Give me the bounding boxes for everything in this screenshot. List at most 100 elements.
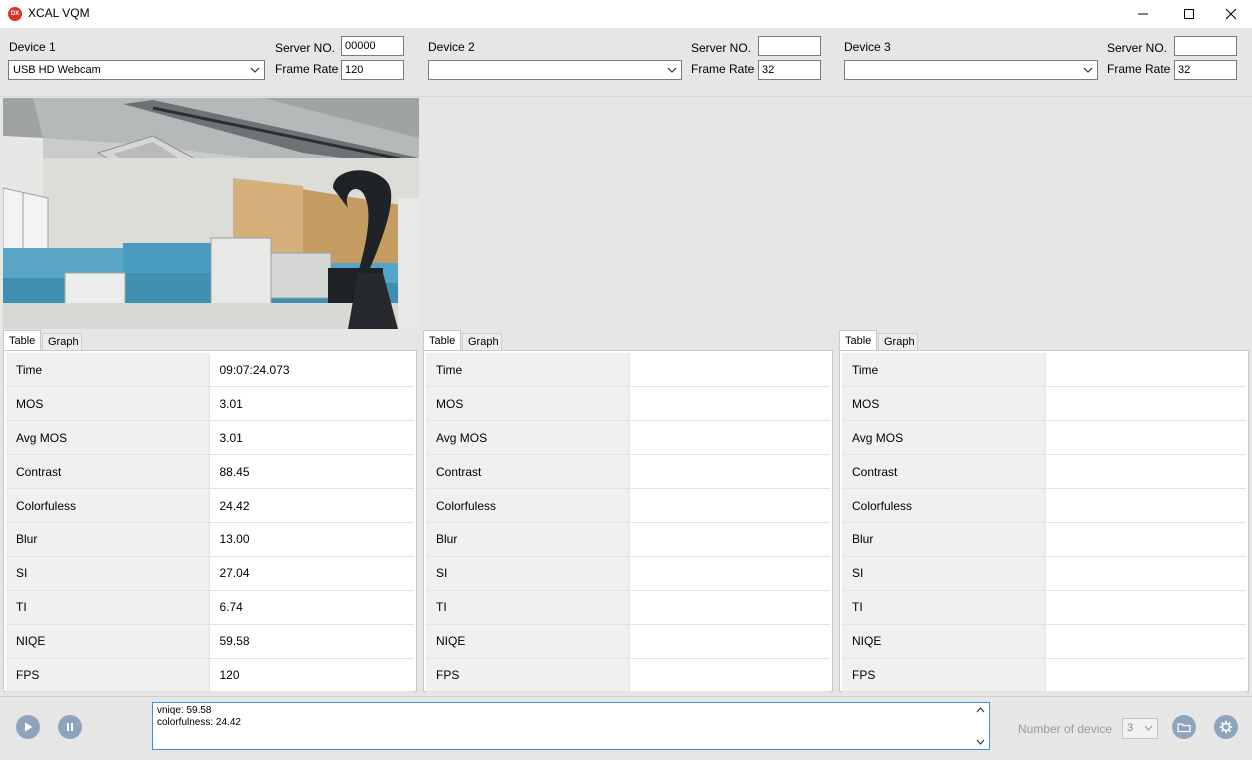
metric-value xyxy=(629,658,830,693)
header-divider xyxy=(0,96,1252,97)
device-1-tab-table[interactable]: Table xyxy=(3,330,41,350)
metric-value xyxy=(1045,522,1246,557)
metric-value xyxy=(1045,556,1246,591)
device-2-tabs: Table Graph xyxy=(423,330,623,351)
table-row: TI 6.74 xyxy=(6,590,414,625)
metric-value xyxy=(629,353,830,388)
metric-name: SI xyxy=(6,556,210,591)
play-button[interactable] xyxy=(16,715,40,739)
device-1-tab-graph[interactable]: Graph xyxy=(42,333,82,350)
metric-name: Blur xyxy=(426,522,630,557)
device-1-server-input[interactable]: 00000 xyxy=(341,36,404,56)
device-2-tab-table[interactable]: Table xyxy=(423,330,461,350)
metric-value xyxy=(629,590,830,625)
play-icon xyxy=(25,722,33,732)
table-row: Time xyxy=(426,353,830,388)
metric-name: MOS xyxy=(6,386,210,422)
minimize-icon xyxy=(1138,13,1148,15)
table-row: Blur xyxy=(842,522,1246,557)
device-3-server-input[interactable] xyxy=(1174,36,1237,56)
table-row: SI 27.04 xyxy=(6,556,414,591)
table-row: Blur xyxy=(426,522,830,557)
metric-value xyxy=(1045,658,1246,693)
table-row: Contrast xyxy=(842,454,1246,490)
table-row: MOS xyxy=(842,386,1246,422)
table-row: NIQE xyxy=(842,624,1246,659)
window-title: XCAL VQM xyxy=(28,6,90,20)
metric-name: Contrast xyxy=(6,454,210,490)
table-row: Colorfuless xyxy=(426,488,830,523)
number-of-device-select[interactable]: 3 xyxy=(1122,718,1158,739)
table-row: FPS xyxy=(426,658,830,693)
table-row: Avg MOS xyxy=(426,420,830,456)
close-button[interactable] xyxy=(1208,0,1252,28)
metrics-grid: Time MOS Avg MOS Contrast Colorfuless Blur SI T… xyxy=(426,353,830,693)
metric-value xyxy=(629,420,830,456)
device-3-camera-select[interactable] xyxy=(844,60,1098,80)
open-folder-button[interactable] xyxy=(1172,715,1196,739)
chevron-up-icon[interactable] xyxy=(976,706,985,713)
device-1-metrics-table: Time 09:07:24.073 MOS 3.01 Avg MOS 3.01 Contra… xyxy=(3,350,417,693)
log-line: vniqe: 59.58 xyxy=(157,705,212,716)
minimize-button[interactable] xyxy=(1120,0,1166,28)
metric-value xyxy=(1045,353,1246,388)
device-3-tab-table[interactable]: Table xyxy=(839,330,877,350)
device-2-server-input[interactable] xyxy=(758,36,821,56)
close-icon xyxy=(1225,8,1237,20)
device-2-frame-rate-input[interactable]: 32 xyxy=(758,60,821,80)
metric-value xyxy=(629,454,830,490)
device-1-camera-select[interactable]: USB HD Webcam xyxy=(8,60,265,80)
metric-name: SI xyxy=(426,556,630,591)
device-3-tab-graph[interactable]: Graph xyxy=(878,333,918,350)
metric-name: Avg MOS xyxy=(426,420,630,456)
metric-name: NIQE xyxy=(6,624,210,659)
chevron-down-icon xyxy=(1144,725,1153,731)
table-row: TI xyxy=(426,590,830,625)
metric-name: Avg MOS xyxy=(6,420,210,456)
metric-value xyxy=(629,522,830,557)
table-row: Contrast xyxy=(426,454,830,490)
table-row: Time 09:07:24.073 xyxy=(6,353,414,388)
log-line: colorfulness: 24.42 xyxy=(157,717,241,728)
settings-button[interactable] xyxy=(1214,715,1238,739)
metric-name: Time xyxy=(842,353,1046,388)
metric-name: MOS xyxy=(842,386,1046,422)
app-icon: DX xyxy=(8,7,22,21)
metric-value: 120 xyxy=(209,658,414,693)
metric-value xyxy=(629,556,830,591)
device-1-camera-value: USB HD Webcam xyxy=(13,64,101,76)
metric-value xyxy=(1045,590,1246,625)
table-row: Avg MOS xyxy=(842,420,1246,456)
table-row: SI xyxy=(426,556,830,591)
device-3-tabs: Table Graph xyxy=(839,330,1039,351)
device-3-header: Device 3 Server NO. Frame Rate 32 xyxy=(836,28,1252,96)
metric-name: Colorfuless xyxy=(426,488,630,523)
metric-value xyxy=(629,386,830,422)
device-1-label: Device 1 xyxy=(9,40,56,54)
table-row: Colorfuless 24.42 xyxy=(6,488,414,523)
pause-button[interactable] xyxy=(58,715,82,739)
device-3-server-label: Server NO. xyxy=(1107,41,1168,55)
metric-value: 13.00 xyxy=(209,522,414,557)
metric-name: NIQE xyxy=(426,624,630,659)
device-3-frame-rate-input[interactable]: 32 xyxy=(1174,60,1237,80)
metric-name: TI xyxy=(6,590,210,625)
metric-name: Time xyxy=(6,353,210,388)
metric-value: 09:07:24.073 xyxy=(209,353,414,388)
metric-name: Time xyxy=(426,353,630,388)
metric-value: 27.04 xyxy=(209,556,414,591)
log-output[interactable]: vniqe: 59.58 colorfulness: 24.42 xyxy=(152,702,990,750)
metric-value: 59.58 xyxy=(209,624,414,659)
metric-name: Contrast xyxy=(426,454,630,490)
table-row: Colorfuless xyxy=(842,488,1246,523)
table-row: TI xyxy=(842,590,1246,625)
device-2-camera-select[interactable] xyxy=(428,60,682,80)
device-1-frame-rate-input[interactable]: 120 xyxy=(341,60,404,80)
metric-name: Blur xyxy=(842,522,1046,557)
chevron-down-icon[interactable] xyxy=(976,739,985,746)
device-2-tab-graph[interactable]: Graph xyxy=(462,333,502,350)
device-1-header: Device 1 Server NO. 00000 USB HD Webcam … xyxy=(0,28,418,96)
log-scrollbar[interactable] xyxy=(972,703,989,749)
metric-value xyxy=(1045,454,1246,490)
maximize-button[interactable] xyxy=(1166,0,1212,28)
